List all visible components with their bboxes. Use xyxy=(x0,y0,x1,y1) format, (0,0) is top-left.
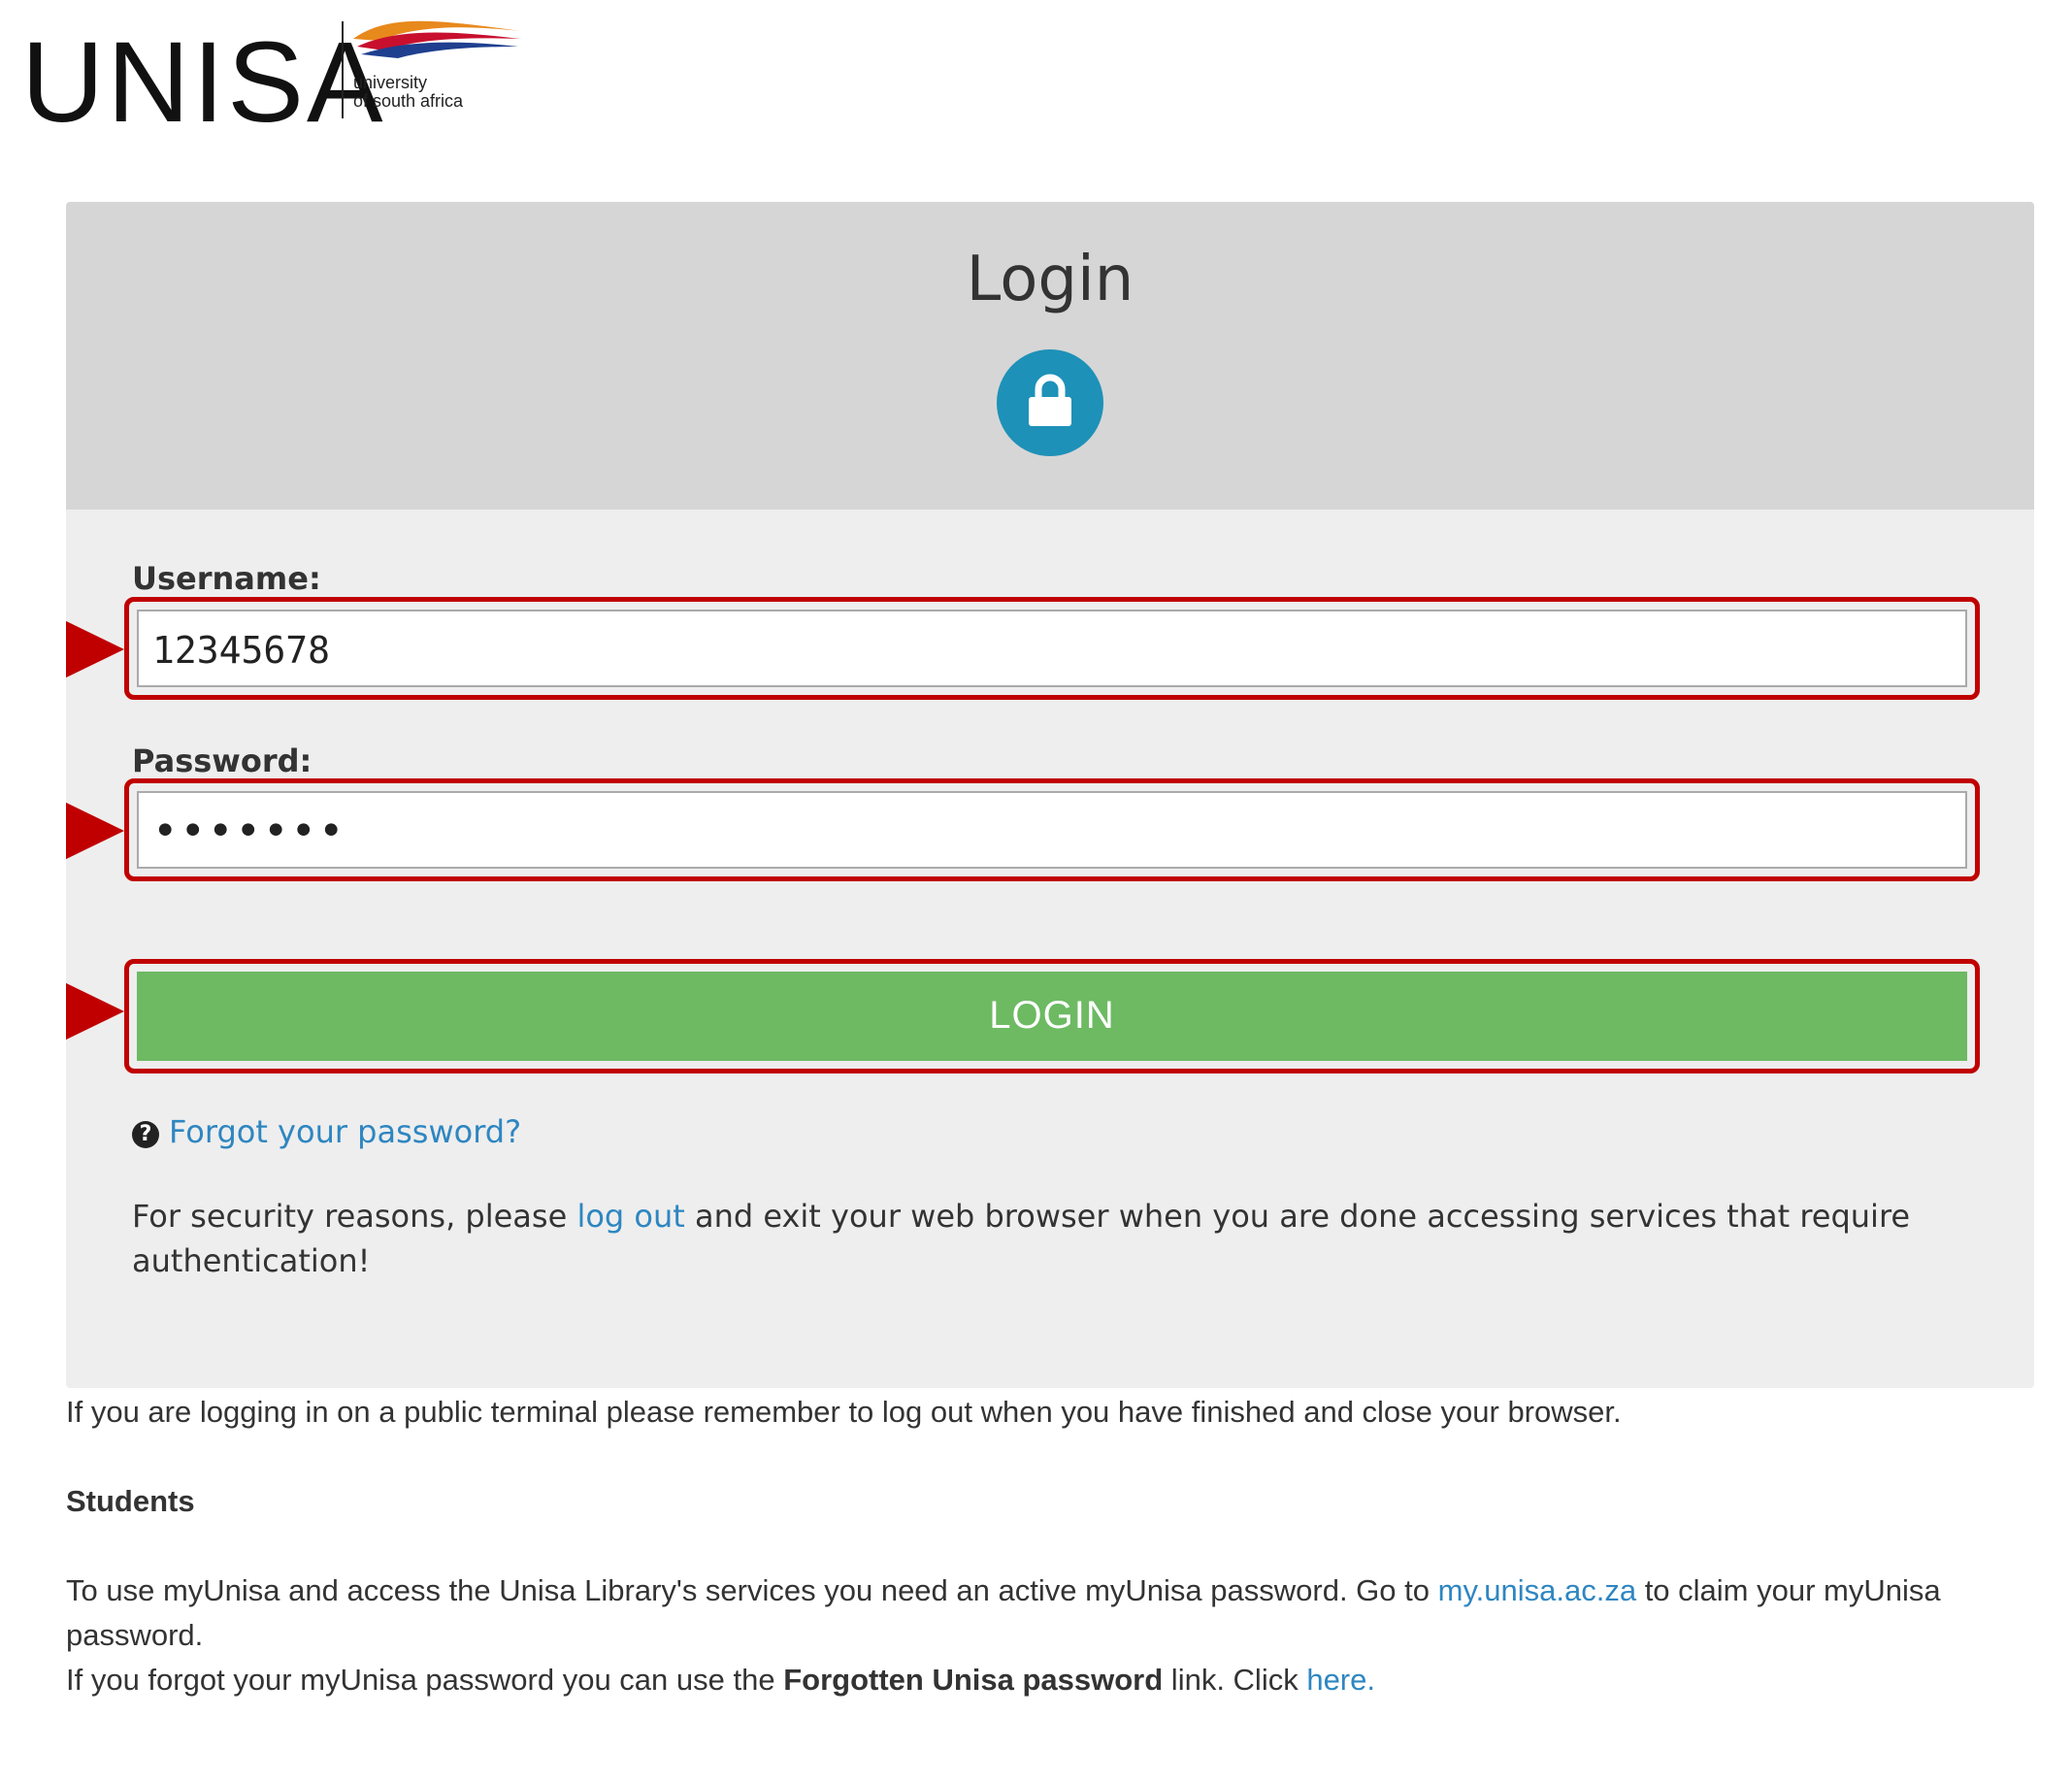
username-highlight: 12345678 xyxy=(124,597,1980,700)
password-highlight: ••••••• xyxy=(124,778,1980,881)
username-input[interactable]: 12345678 xyxy=(137,610,1967,687)
forgot-password: ? Forgot your password? xyxy=(132,1112,521,1151)
logo-subtitle-line1: university xyxy=(353,73,428,92)
highlight-arrow-login xyxy=(66,979,124,1043)
highlight-arrow-username xyxy=(66,617,124,681)
flag-swoosh-icon xyxy=(353,20,520,58)
logo-divider xyxy=(342,21,344,118)
logo-wordmark: UNISA xyxy=(21,18,386,147)
lock-badge xyxy=(997,349,1103,456)
logo-subtitle: university of south africa xyxy=(353,74,463,111)
unisa-logo[interactable]: UNISA university of south africa xyxy=(21,17,520,140)
login-button-highlight: LOGIN xyxy=(124,959,1980,1073)
question-circle-icon: ? xyxy=(132,1121,159,1148)
login-header: Login xyxy=(66,202,2034,510)
lock-icon xyxy=(1029,374,1071,426)
password-label: Password: xyxy=(132,743,312,779)
login-title: Login xyxy=(966,244,1135,315)
students-paragraph: To use myUnisa and access the Unisa Libr… xyxy=(66,1568,2017,1658)
para2-after: . xyxy=(1366,1663,1375,1697)
students-heading: Students xyxy=(66,1484,195,1518)
forgot-password-link[interactable]: Forgot your password? xyxy=(169,1113,521,1150)
forgotten-password-paragraph: If you forgot your myUnisa password you … xyxy=(66,1658,2046,1702)
myunisa-link[interactable]: my.unisa.ac.za xyxy=(1438,1573,1636,1607)
login-panel: Login Username: 12345678 Password: •••••… xyxy=(66,202,2034,1388)
security-notice: For security reasons, please log out and… xyxy=(132,1194,1986,1283)
para2-before: If you forgot your myUnisa password you … xyxy=(66,1663,784,1697)
password-input[interactable]: ••••••• xyxy=(137,791,1967,869)
security-text-before: For security reasons, please xyxy=(132,1198,577,1235)
forgotten-password-bold: Forgotten Unisa password xyxy=(783,1663,1164,1697)
here-link[interactable]: here xyxy=(1306,1663,1366,1697)
login-button[interactable]: LOGIN xyxy=(137,972,1967,1061)
public-terminal-notice: If you are logging in on a public termin… xyxy=(66,1395,1622,1429)
username-label: Username: xyxy=(132,560,321,597)
highlight-arrow-password xyxy=(66,799,124,863)
logout-link[interactable]: log out xyxy=(576,1198,684,1235)
logo-subtitle-line2: of south africa xyxy=(353,91,464,111)
para1-before: To use myUnisa and access the Unisa Libr… xyxy=(66,1573,1438,1607)
para2-mid: link. Click xyxy=(1163,1663,1307,1697)
